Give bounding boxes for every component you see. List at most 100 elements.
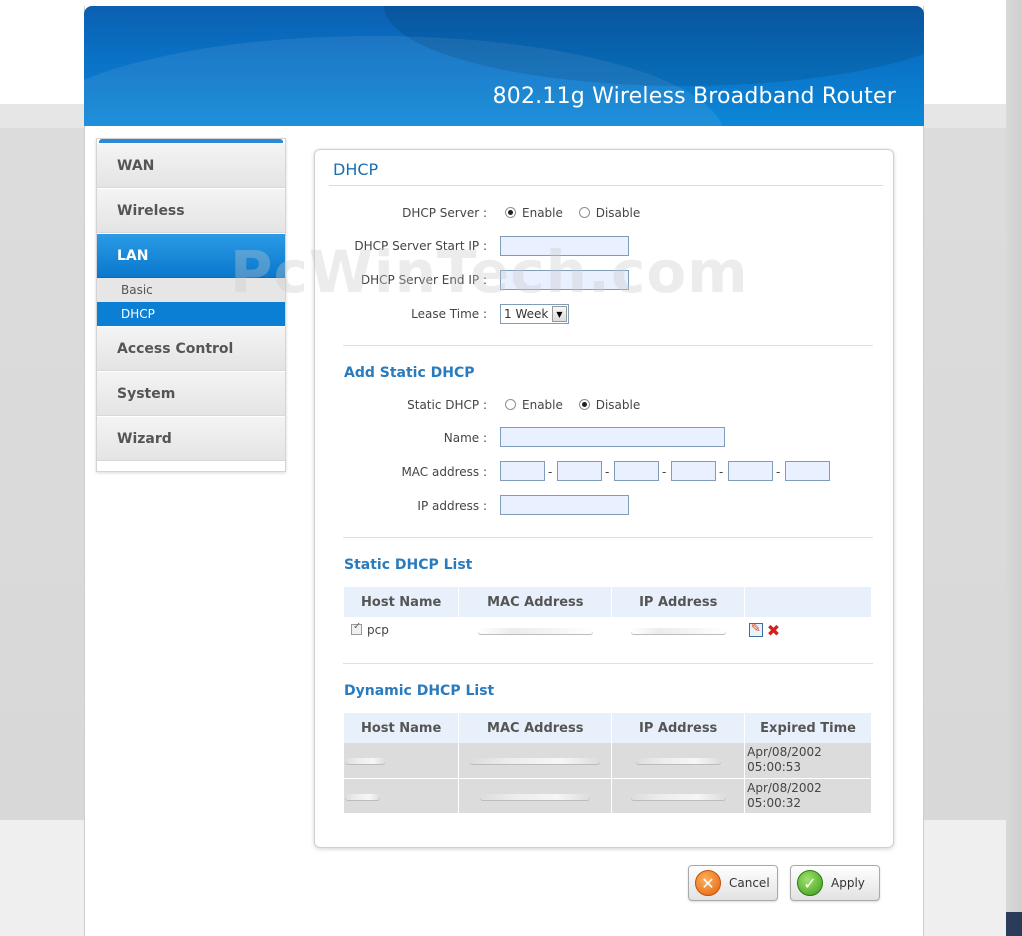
lease-time-select[interactable]: 1 Week ▼ (500, 304, 569, 324)
end-ip-input[interactable] (500, 270, 629, 290)
sidebar-item-wizard[interactable]: Wizard (97, 416, 285, 461)
add-static-dhcp-title: Add Static DHCP (344, 365, 475, 381)
column-header-actions (744, 587, 872, 617)
cancel-button[interactable]: ✕ Cancel (688, 865, 778, 901)
page-title: DHCP (333, 160, 379, 179)
lease-time-value: 1 Week (504, 307, 549, 321)
expired-time-cell: Apr/08/2002 05:00:32 (744, 778, 872, 814)
edit-icon[interactable] (748, 621, 763, 637)
mac-separator: - (776, 465, 781, 479)
chevron-down-icon: ▼ (552, 306, 567, 322)
mac-address-cell (458, 778, 613, 814)
redacted-ip (630, 793, 726, 800)
mac-octet-4-input[interactable] (671, 461, 716, 481)
table-row: Apr/08/2002 05:00:32 (344, 778, 872, 814)
static-dhcp-enable-radio[interactable] (505, 399, 516, 410)
dhcp-server-label: DHCP Server : (402, 206, 487, 220)
dhcp-server-disable-radio[interactable] (578, 207, 590, 218)
dhcp-panel: DHCP DHCP Server : Enable Disable DHCP S… (314, 149, 894, 848)
header-banner: 802.11g Wireless Broadband Router (84, 6, 924, 126)
expired-date: Apr/08/2002 (747, 745, 822, 760)
static-dhcp-list-title: Static DHCP List (344, 557, 473, 573)
table-header-row: Host Name MAC Address IP Address (344, 587, 872, 617)
router-title: 802.11g Wireless Broadband Router (492, 84, 896, 109)
column-header-host-name: Host Name (344, 713, 460, 743)
window-edge (1006, 0, 1022, 936)
mac-separator: - (605, 465, 610, 479)
actions-cell: ✖ (745, 617, 872, 643)
sidebar-item-lan[interactable]: LAN (97, 233, 285, 278)
end-ip-label: DHCP Server End IP : (360, 273, 487, 287)
row-select-checkbox[interactable] (351, 621, 362, 635)
apply-button-label: Apply (831, 876, 865, 890)
redacted-ip (630, 628, 726, 634)
host-name-cell: pcp (344, 617, 459, 643)
table-row: pcp ✖ (344, 617, 872, 643)
column-header-mac-address: MAC Address (458, 713, 613, 743)
column-header-host-name: Host Name (344, 587, 460, 617)
ip-address-cell (611, 743, 746, 779)
redacted-mac (470, 758, 601, 765)
table-header-row: Host Name MAC Address IP Address Expired… (344, 713, 872, 743)
mac-octet-3-input[interactable] (614, 461, 659, 481)
mac-octet-1-input[interactable] (500, 461, 545, 481)
ip-address-cell (612, 617, 745, 643)
window-edge-bottom (1006, 912, 1022, 936)
mac-octet-6-input[interactable] (785, 461, 830, 481)
section-divider (343, 537, 873, 538)
dhcp-server-disable-label: Disable (595, 206, 641, 220)
column-header-expired-time: Expired Time (744, 713, 872, 743)
mac-address-cell (458, 743, 613, 779)
sidebar-menu: WAN Wireless LAN Basic DHCP Access Contr… (96, 138, 286, 472)
expired-date: Apr/08/2002 (747, 780, 822, 795)
start-ip-input[interactable] (500, 236, 629, 256)
mac-octet-5-input[interactable] (728, 461, 773, 481)
apply-button[interactable]: ✓ Apply (790, 865, 880, 901)
mac-separator: - (548, 465, 553, 479)
column-header-ip-address: IP Address (611, 713, 746, 743)
mac-separator: - (662, 465, 667, 479)
column-header-mac-address: MAC Address (458, 587, 613, 617)
column-header-ip-address: IP Address (611, 587, 746, 617)
name-label: Name : (443, 431, 487, 445)
expired-clock: 05:00:32 (747, 795, 802, 810)
host-name-cell (344, 778, 460, 814)
host-name-cell (344, 743, 460, 779)
static-dhcp-options: Enable Disable (505, 398, 652, 412)
sidebar-item-system[interactable]: System (97, 371, 285, 416)
mac-octet-2-input[interactable] (557, 461, 602, 481)
redacted-mac (477, 628, 593, 634)
table-row: Apr/08/2002 05:00:53 (344, 743, 872, 779)
cancel-button-label: Cancel (729, 876, 770, 890)
expired-time-cell: Apr/08/2002 05:00:53 (744, 743, 872, 779)
dhcp-server-enable-radio[interactable] (505, 207, 516, 218)
static-dhcp-label: Static DHCP : (407, 398, 487, 412)
start-ip-label: DHCP Server Start IP : (354, 239, 487, 253)
static-dhcp-enable-label: Enable (522, 398, 563, 412)
section-divider (343, 345, 873, 346)
sidebar-item-wireless[interactable]: Wireless (97, 188, 285, 233)
lease-time-label: Lease Time : (411, 307, 487, 321)
mac-address-cell (459, 617, 612, 643)
static-dhcp-disable-radio[interactable] (578, 399, 590, 410)
ip-address-input[interactable] (500, 495, 629, 515)
dhcp-server-enable-label: Enable (522, 206, 563, 220)
sidebar-subitem-basic[interactable]: Basic (97, 278, 285, 302)
redacted-host (345, 758, 385, 765)
mac-address-label: MAC address : (401, 465, 487, 479)
sidebar-item-access-control[interactable]: Access Control (97, 326, 285, 371)
name-input[interactable] (500, 427, 725, 447)
dynamic-dhcp-list-title: Dynamic DHCP List (344, 683, 495, 699)
redacted-ip (635, 758, 721, 765)
section-divider (343, 663, 873, 664)
redacted-host (345, 793, 380, 800)
expired-clock: 05:00:53 (747, 760, 802, 775)
dhcp-server-options: Enable Disable (505, 206, 652, 220)
sidebar-subitem-dhcp[interactable]: DHCP (97, 302, 285, 326)
ip-address-cell (611, 778, 746, 814)
check-icon: ✓ (797, 870, 823, 896)
cancel-icon: ✕ (695, 870, 721, 896)
delete-icon[interactable]: ✖ (767, 621, 780, 640)
sidebar-item-wan[interactable]: WAN (97, 143, 285, 188)
static-dhcp-table: Host Name MAC Address IP Address pcp ✖ (344, 587, 872, 643)
